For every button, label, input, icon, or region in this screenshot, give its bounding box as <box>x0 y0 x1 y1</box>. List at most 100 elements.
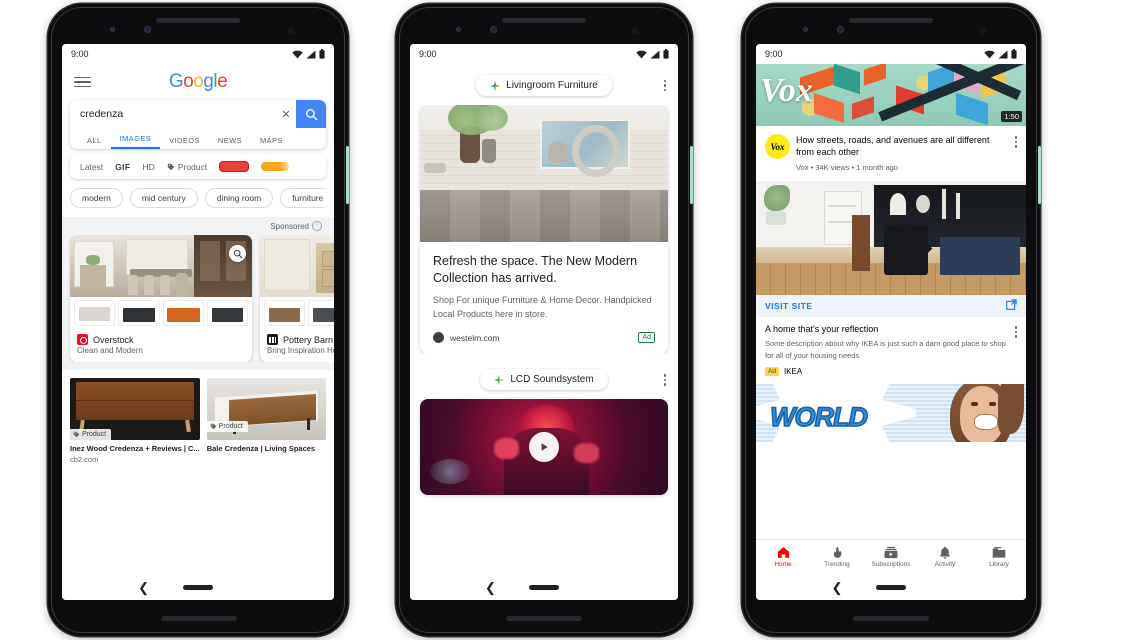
nav-item-library[interactable]: Library <box>972 540 1026 574</box>
filter-gif[interactable]: GIF <box>115 162 130 172</box>
product-thumbnail[interactable] <box>206 300 248 326</box>
video-thumbnail[interactable]: Vox 1:50 <box>756 64 1026 126</box>
search-input[interactable]: credenza <box>70 108 276 120</box>
search-icon <box>305 108 317 120</box>
status-time: 9:00 <box>765 49 783 59</box>
sponsored-brand-name: Pottery Barn <box>283 334 334 345</box>
chip-mid-century[interactable]: mid century <box>129 188 198 208</box>
video-subtitle: Vox • 34K views • 1 month ago <box>796 163 898 173</box>
ad-body: A home that's your reflection Some descr… <box>756 317 1026 384</box>
home-pill[interactable] <box>876 584 906 590</box>
filter-latest[interactable]: Latest <box>80 162 103 172</box>
signal-icon <box>998 50 1008 58</box>
library-icon <box>992 547 1006 558</box>
battery-icon <box>319 49 325 59</box>
discover-ad-card[interactable]: Refresh the space. The New Modern Collec… <box>420 105 668 354</box>
phone-screen-1: 9:00 Google credenza ✕ ALL IMAGES VIDEOS… <box>62 44 334 600</box>
sponsored-brand-row-1: Overstock <box>70 329 252 346</box>
comic-thumbnail[interactable]: WORLD <box>756 383 1026 442</box>
phone-device-3: 9:00 Vox 1:50 Vox How streets, roads, an… <box>742 4 1041 636</box>
tab-videos[interactable]: VIDEOS <box>160 136 209 149</box>
power-button-3[interactable] <box>1038 146 1041 204</box>
ad-brand-name: IKEA <box>783 366 803 376</box>
product-badge-label: Product <box>82 431 107 438</box>
more-vertical-icon[interactable] <box>663 79 666 92</box>
nav-label: Trending <box>824 561 850 568</box>
battery-icon <box>1011 49 1017 59</box>
earpiece-speaker-3 <box>849 18 933 23</box>
bottom-speaker-3 <box>853 616 929 621</box>
more-vertical-icon[interactable] <box>663 374 666 386</box>
close-icon[interactable]: ✕ <box>276 108 296 121</box>
sponsored-card-pottery-barn[interactable]: Pottery Barn Bring Inspiration Home <box>260 235 334 362</box>
filter-toolbar: Latest GIF HD Product <box>70 154 326 179</box>
nav-item-home[interactable]: Home <box>756 540 810 574</box>
sponsored-header: Sponsored i <box>62 221 334 235</box>
visit-site-bar[interactable]: VISIT SITE <box>756 295 1026 318</box>
video-text-block: How streets, roads, and avenues are all … <box>790 134 1015 172</box>
tab-maps[interactable]: MAPS <box>251 136 292 149</box>
search-button[interactable] <box>296 100 326 128</box>
home-pill[interactable] <box>529 584 559 590</box>
more-vertical-icon[interactable] <box>1014 136 1017 172</box>
avatar[interactable]: Vox <box>765 134 790 159</box>
result-title: Inez Wood Credenza + Reviews | C... <box>70 444 200 453</box>
product-thumbnail[interactable] <box>308 300 334 326</box>
status-icon-group <box>984 49 1017 59</box>
chip-modern[interactable]: modern <box>70 188 123 208</box>
product-badge-label: Product <box>218 423 243 430</box>
back-chevron-icon[interactable]: ❮ <box>138 581 149 594</box>
topic-pill-livingroom-furniture[interactable]: Livingroom Furniture <box>476 75 612 96</box>
wifi-icon <box>984 50 995 58</box>
chip-dining-room[interactable]: dining room <box>204 188 274 208</box>
color-swatch-red[interactable] <box>219 161 250 172</box>
power-button-2[interactable] <box>690 146 693 204</box>
google-logo: Google <box>168 71 228 92</box>
ad-site: westelm.com <box>450 332 500 343</box>
info-icon[interactable]: i <box>312 221 322 231</box>
hamburger-menu-icon[interactable] <box>74 76 91 88</box>
product-thumbnail[interactable] <box>74 300 116 326</box>
discover-video-card[interactable] <box>420 399 668 496</box>
toolbar-scroll-fade <box>312 154 326 179</box>
status-bar-1: 9:00 <box>62 44 334 64</box>
nav-item-subscriptions[interactable]: Subscriptions <box>864 540 918 574</box>
image-result-tile-1[interactable]: Product Inez Wood Credenza + Reviews | C… <box>70 378 200 464</box>
product-thumbnail[interactable] <box>162 300 204 326</box>
phone-screen-2: 9:00 Livingroom Furniture Refresh the sp… <box>410 44 678 600</box>
video-duration-badge: 1:50 <box>1001 111 1022 122</box>
product-thumbnail[interactable] <box>118 300 160 326</box>
image-result-tile-2[interactable]: Product Bale Credenza | Living Spaces <box>206 378 326 464</box>
power-button-1[interactable] <box>346 146 349 204</box>
more-vertical-icon[interactable] <box>1014 326 1017 376</box>
product-thumbnail[interactable] <box>264 300 306 326</box>
home-pill[interactable] <box>183 584 213 590</box>
filter-hd[interactable]: HD <box>143 162 155 172</box>
back-chevron-icon[interactable]: ❮ <box>832 581 843 594</box>
tab-all[interactable]: ALL <box>78 136 111 149</box>
earpiece-speaker-1 <box>156 18 240 23</box>
sponsored-hero-image-2 <box>260 235 334 297</box>
related-chip-row: modern mid century dining room furniture <box>62 179 334 217</box>
pottery-barn-logo-icon <box>267 334 278 345</box>
filter-product[interactable]: Product <box>167 162 207 172</box>
product-thumbnail-strip-2 <box>260 297 334 329</box>
product-thumbnail-strip-1 <box>70 297 252 329</box>
topic-pill-lcd-soundsystem[interactable]: LCD Soundsystem <box>480 369 608 391</box>
color-swatch-orange[interactable] <box>261 162 290 171</box>
result-title: Bale Credenza | Living Spaces <box>206 444 316 453</box>
system-nav-bar-2: ❮ <box>410 574 678 600</box>
nav-item-trending[interactable]: Trending <box>810 540 864 574</box>
result-thumbnail-1: Product <box>70 378 200 440</box>
video-title[interactable]: How streets, roads, and avenues are all … <box>796 134 1009 158</box>
back-chevron-icon[interactable]: ❮ <box>485 581 496 594</box>
lens-icon[interactable] <box>229 245 246 262</box>
tab-news[interactable]: NEWS <box>209 136 251 149</box>
tab-images[interactable]: IMAGES <box>110 134 161 149</box>
ad-badge: Ad <box>765 366 779 376</box>
external-link-icon[interactable] <box>1006 297 1017 315</box>
ad-hero-image[interactable] <box>756 185 1026 296</box>
play-button[interactable] <box>529 432 559 463</box>
sponsored-card-overstock[interactable]: Overstock Clean and Modern <box>70 235 252 362</box>
nav-item-activity[interactable]: Activity <box>918 540 972 574</box>
